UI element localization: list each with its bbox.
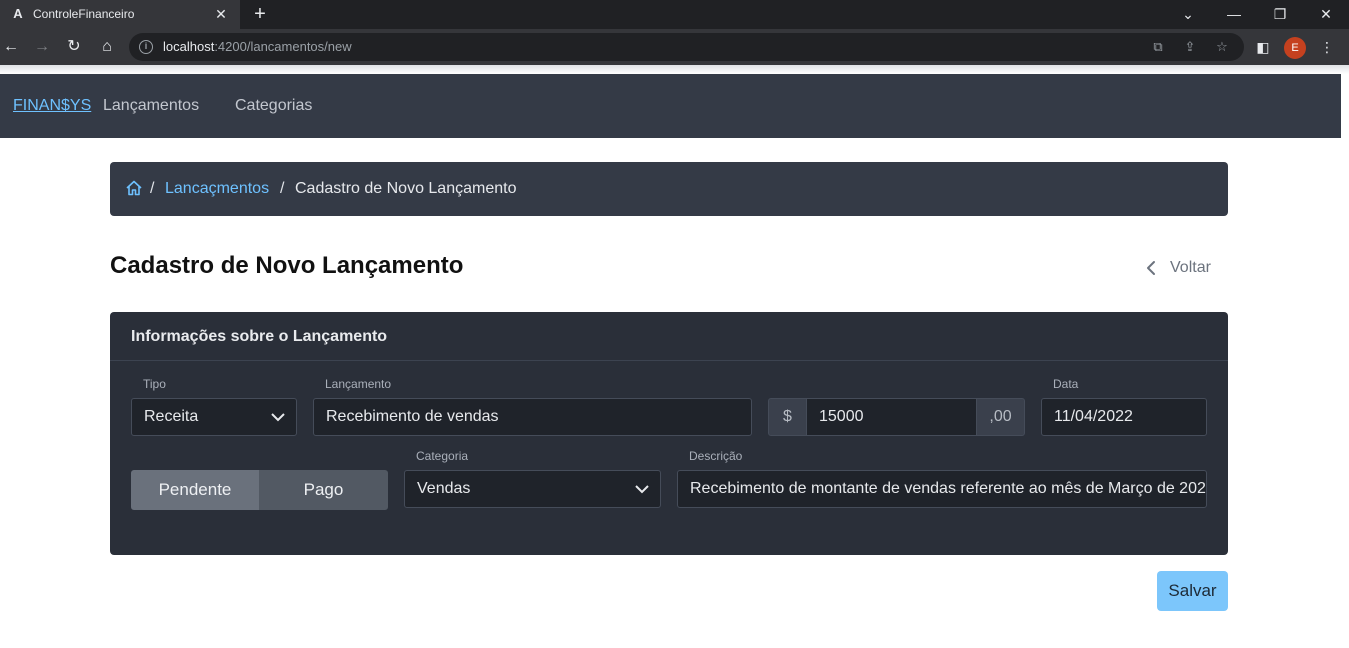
back-button[interactable]: Voltar xyxy=(1143,257,1223,279)
entry-form-card: Informações sobre o Lançamento Tipo Rece… xyxy=(110,312,1228,555)
reload-icon[interactable]: ↻ xyxy=(63,36,85,58)
data-label: Data xyxy=(1053,377,1079,391)
lancamento-input[interactable]: Recebimento de vendas xyxy=(313,398,752,436)
page-title: Cadastro de Novo Lançamento xyxy=(110,252,464,279)
browser-tabbar: A ControleFinanceiro ✕ + ⌄ — ❐ ✕ xyxy=(0,0,1349,29)
data-input[interactable]: 11/04/2022 xyxy=(1041,398,1207,436)
brand-link[interactable]: FINAN$YS xyxy=(13,96,91,116)
side-panel-icon[interactable]: ◧ xyxy=(1252,36,1274,58)
new-tab-button[interactable]: + xyxy=(249,3,271,25)
share-icon[interactable]: ⇪ xyxy=(1181,39,1199,55)
breadcrumb-separator: / xyxy=(280,180,285,197)
categoria-select[interactable]: Vendas xyxy=(404,470,661,508)
nav-link-lancamentos[interactable]: Lançamentos xyxy=(103,96,199,116)
card-header: Informações sobre o Lançamento xyxy=(110,312,1228,361)
back-arrow-icon[interactable]: ← xyxy=(0,36,22,58)
home-icon[interactable] xyxy=(125,179,143,197)
status-pendente-button[interactable]: Pendente xyxy=(131,470,259,510)
breadcrumb: / Lancaçmentos / Cadastro de Novo Lançam… xyxy=(110,162,1228,216)
back-button-label: Voltar xyxy=(1170,259,1211,276)
chevron-down-icon xyxy=(271,413,285,422)
card-title: Informações sobre o Lançamento xyxy=(131,328,388,345)
currency-prefix: $ xyxy=(768,398,807,436)
categoria-value: Vendas xyxy=(417,480,471,497)
forward-arrow-icon[interactable]: → xyxy=(31,36,53,58)
minimize-icon[interactable]: — xyxy=(1211,0,1257,29)
url-text[interactable]: localhost:4200/lancamentos/new xyxy=(163,39,352,55)
breadcrumb-current: Cadastro de Novo Lançamento xyxy=(295,180,517,197)
tab-title: ControleFinanceiro xyxy=(33,7,135,21)
toolbar-divider xyxy=(0,65,1349,74)
window-close-icon[interactable]: ✕ xyxy=(1303,0,1349,29)
profile-avatar[interactable]: E xyxy=(1284,37,1306,59)
tipo-label: Tipo xyxy=(143,377,166,391)
app-navbar: FINAN$YS Lançamentos Categorias xyxy=(0,74,1341,138)
address-bar[interactable]: i localhost:4200/lancamentos/new ⧉ ⇪ ☆ xyxy=(129,33,1244,61)
menu-kebab-icon[interactable]: ⋮ xyxy=(1316,36,1338,58)
descricao-input[interactable]: Recebimento de montante de vendas refere… xyxy=(677,470,1207,508)
browser-toolbar: ← → ↻ ⌂ i localhost:4200/lancamentos/new… xyxy=(0,29,1349,65)
lancamento-label: Lançamento xyxy=(325,377,392,391)
home-icon[interactable]: ⌂ xyxy=(96,36,118,58)
chevron-down-icon xyxy=(635,485,649,494)
status-pago-button[interactable]: Pago xyxy=(259,470,388,510)
tipo-value: Receita xyxy=(144,408,199,425)
chevron-left-icon xyxy=(1147,261,1155,275)
site-info-icon[interactable]: i xyxy=(139,40,153,54)
nav-link-categorias[interactable]: Categorias xyxy=(235,96,312,116)
descricao-label: Descrição xyxy=(689,449,743,463)
cents-suffix: ,00 xyxy=(976,398,1025,436)
tab-search-icon[interactable]: ⌄ xyxy=(1165,0,1211,29)
breadcrumb-separator: / xyxy=(150,180,155,197)
browser-tab[interactable]: A ControleFinanceiro ✕ xyxy=(0,0,240,29)
categoria-label: Categoria xyxy=(416,449,469,463)
breadcrumb-link-lancamentos[interactable]: Lancaçmentos xyxy=(165,179,269,199)
angular-icon: A xyxy=(13,6,23,21)
restore-icon[interactable]: ❐ xyxy=(1257,0,1303,29)
valor-input[interactable]: 15000 xyxy=(806,398,977,436)
translate-icon[interactable]: ⧉ xyxy=(1149,39,1167,55)
tipo-select[interactable]: Receita xyxy=(131,398,297,436)
save-button[interactable]: Salvar xyxy=(1157,571,1228,611)
close-tab-icon[interactable]: ✕ xyxy=(212,5,230,23)
bookmark-star-icon[interactable]: ☆ xyxy=(1213,39,1231,55)
